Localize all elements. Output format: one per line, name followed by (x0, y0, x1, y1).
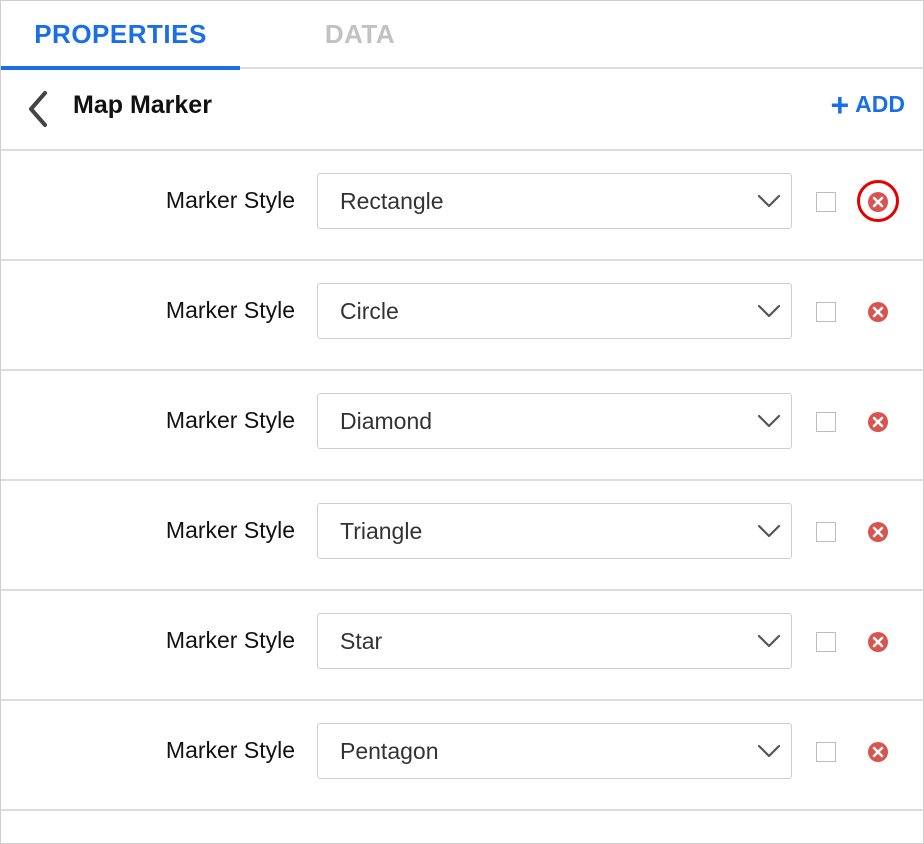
marker-list: Marker Style Rectangle Marker Style Circ… (1, 151, 924, 811)
marker-checkbox[interactable] (816, 192, 836, 212)
section-header: Map Marker + ADD (1, 69, 924, 151)
marker-style-value: Pentagon (340, 738, 439, 764)
remove-button[interactable] (867, 521, 889, 543)
marker-style-dropdown[interactable]: Pentagon (317, 723, 792, 779)
remove-button[interactable] (867, 741, 889, 763)
remove-button[interactable] (867, 191, 889, 213)
plus-icon: + (830, 86, 850, 123)
marker-style-value: Circle (340, 298, 399, 324)
chevron-left-icon (29, 91, 47, 127)
marker-row: Marker Style Rectangle (1, 151, 924, 261)
remove-icon (868, 632, 888, 652)
add-button[interactable]: + ADD (830, 86, 905, 123)
marker-row: Marker Style Star (1, 591, 924, 701)
add-button-label: ADD (855, 91, 905, 117)
chevron-down-icon (757, 634, 781, 648)
marker-checkbox[interactable] (816, 302, 836, 322)
remove-icon (868, 302, 888, 322)
chevron-down-icon (757, 414, 781, 428)
marker-style-value: Star (340, 628, 383, 654)
remove-button[interactable] (867, 301, 889, 323)
marker-style-value: Triangle (340, 518, 423, 544)
marker-style-dropdown[interactable]: Rectangle (317, 173, 792, 229)
marker-row: Marker Style Triangle (1, 481, 924, 591)
remove-icon (868, 522, 888, 542)
remove-icon (868, 742, 888, 762)
tab-data[interactable]: DATA (240, 1, 480, 67)
marker-style-label: Marker Style (165, 187, 295, 213)
marker-style-dropdown[interactable]: Circle (317, 283, 792, 339)
remove-button[interactable] (867, 411, 889, 433)
marker-style-dropdown[interactable]: Star (317, 613, 792, 669)
marker-style-dropdown[interactable]: Triangle (317, 503, 792, 559)
marker-row: Marker Style Diamond (1, 371, 924, 481)
marker-style-label: Marker Style (165, 737, 295, 763)
chevron-down-icon (757, 744, 781, 758)
chevron-down-icon (757, 194, 781, 208)
marker-row: Marker Style Pentagon (1, 701, 924, 811)
remove-icon (868, 192, 888, 212)
marker-checkbox[interactable] (816, 632, 836, 652)
marker-checkbox[interactable] (816, 412, 836, 432)
tab-bar: PROPERTIES DATA (1, 1, 924, 70)
marker-style-label: Marker Style (165, 297, 295, 323)
marker-style-label: Marker Style (165, 407, 295, 433)
page-title: Map Marker (73, 91, 212, 119)
marker-row: Marker Style Circle (1, 261, 924, 371)
marker-style-value: Diamond (340, 408, 433, 434)
marker-checkbox[interactable] (816, 522, 836, 542)
marker-style-dropdown[interactable]: Diamond (317, 393, 792, 449)
chevron-down-icon (757, 524, 781, 538)
tab-properties[interactable]: PROPERTIES (1, 1, 240, 70)
remove-button[interactable] (867, 631, 889, 653)
properties-panel: PROPERTIES DATA Map Marker + ADD Marker … (0, 0, 924, 844)
chevron-down-icon (757, 304, 781, 318)
back-button[interactable] (21, 89, 57, 129)
marker-checkbox[interactable] (816, 742, 836, 762)
marker-style-label: Marker Style (165, 627, 295, 653)
marker-style-label: Marker Style (165, 517, 295, 543)
marker-style-value: Rectangle (340, 188, 444, 214)
remove-icon (868, 412, 888, 432)
